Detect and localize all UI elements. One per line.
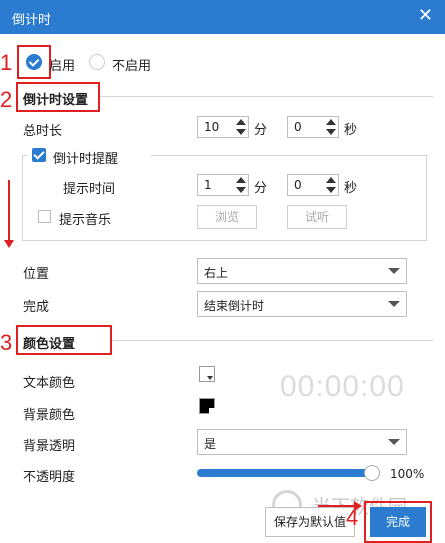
enable-radio-on[interactable] bbox=[26, 54, 42, 70]
bg-transparent-label: 背景透明 bbox=[23, 439, 76, 454]
prompt-seconds-stepper[interactable]: 0 bbox=[287, 174, 339, 196]
total-minutes-value: 10 bbox=[204, 120, 220, 134]
annotation-number-1: 1 bbox=[0, 50, 13, 75]
title-bar: 倒计时 ✕ bbox=[0, 0, 445, 34]
music-checkbox[interactable] bbox=[38, 210, 51, 223]
bg-transparent-value: 是 bbox=[204, 437, 217, 451]
prompt-time-label: 提示时间 bbox=[63, 182, 116, 197]
enable-on-label: 启用 bbox=[49, 59, 76, 74]
browse-button[interactable]: 浏览 bbox=[197, 205, 257, 229]
countdown-settings-title: 倒计时设置 bbox=[23, 93, 89, 108]
stepper-down-icon[interactable] bbox=[326, 129, 336, 135]
stepper-down-icon[interactable] bbox=[326, 187, 336, 193]
chevron-down-icon bbox=[388, 268, 400, 274]
chevron-down-icon bbox=[388, 439, 400, 445]
complete-action-select[interactable]: 结束倒计时 bbox=[197, 291, 407, 317]
text-color-label: 文本颜色 bbox=[23, 376, 76, 391]
stepper-up-icon[interactable] bbox=[326, 119, 336, 125]
opacity-label: 不透明度 bbox=[23, 470, 76, 485]
stepper-up-icon[interactable] bbox=[326, 177, 336, 183]
prompt-minutes-stepper[interactable]: 1 bbox=[197, 174, 249, 196]
enable-radio-off[interactable] bbox=[89, 54, 105, 70]
window-title: 倒计时 bbox=[12, 13, 52, 28]
stepper-up-icon[interactable] bbox=[236, 177, 246, 183]
total-seconds-stepper[interactable]: 0 bbox=[287, 116, 339, 138]
close-icon[interactable]: ✕ bbox=[418, 6, 433, 26]
opacity-value: 100% bbox=[390, 467, 425, 481]
save-default-button[interactable]: 保存为默认值 bbox=[265, 507, 355, 537]
annotation-arrow-down bbox=[4, 180, 14, 248]
position-select[interactable]: 右上 bbox=[197, 258, 407, 284]
opacity-slider-handle[interactable] bbox=[364, 465, 380, 481]
minute-unit: 分 bbox=[254, 123, 268, 138]
prompt-minutes-value: 1 bbox=[204, 178, 212, 192]
reminder-checkbox[interactable] bbox=[32, 148, 46, 162]
stepper-down-icon[interactable] bbox=[236, 129, 246, 135]
complete-action-label: 完成 bbox=[23, 300, 50, 315]
bg-color-label: 背景颜色 bbox=[23, 408, 76, 423]
enable-off-label: 不启用 bbox=[112, 59, 152, 74]
annotation-number-2: 2 bbox=[0, 87, 13, 112]
complete-action-value: 结束倒计时 bbox=[204, 299, 265, 313]
annotation-box-4 bbox=[364, 501, 432, 543]
bg-transparent-select[interactable]: 是 bbox=[197, 429, 407, 455]
opacity-slider-track[interactable] bbox=[197, 469, 380, 477]
music-label: 提示音乐 bbox=[59, 213, 112, 228]
annotation-number-4: 4 bbox=[346, 505, 359, 530]
bg-color-picker[interactable] bbox=[199, 398, 215, 414]
second-unit: 秒 bbox=[344, 181, 358, 196]
divider bbox=[112, 340, 433, 341]
position-label: 位置 bbox=[23, 267, 50, 282]
divider bbox=[100, 96, 433, 97]
reminder-label: 倒计时提醒 bbox=[53, 152, 119, 167]
stepper-down-icon[interactable] bbox=[236, 187, 246, 193]
total-duration-label: 总时长 bbox=[23, 124, 63, 139]
stepper-up-icon[interactable] bbox=[236, 119, 246, 125]
second-unit: 秒 bbox=[344, 123, 358, 138]
chevron-down-icon bbox=[388, 301, 400, 307]
color-settings-title: 颜色设置 bbox=[23, 337, 76, 352]
text-color-picker[interactable] bbox=[199, 366, 215, 382]
minute-unit: 分 bbox=[254, 181, 268, 196]
total-minutes-stepper[interactable]: 10 bbox=[197, 116, 249, 138]
countdown-preview: 00:00:00 bbox=[280, 370, 405, 403]
prompt-seconds-value: 0 bbox=[294, 178, 302, 192]
listen-button[interactable]: 试听 bbox=[287, 205, 347, 229]
annotation-number-3: 3 bbox=[0, 330, 13, 355]
total-seconds-value: 0 bbox=[294, 120, 302, 134]
position-select-value: 右上 bbox=[204, 266, 229, 280]
